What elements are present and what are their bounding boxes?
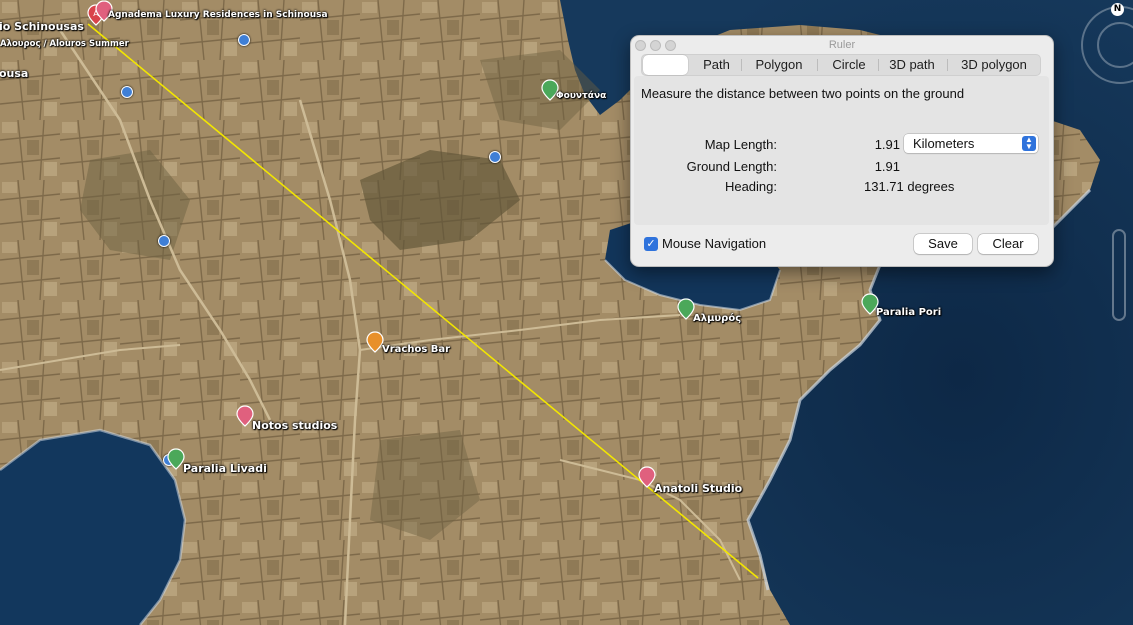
tab-3d-path[interactable]: 3D path xyxy=(880,55,944,75)
tab-polygon[interactable]: Polygon xyxy=(743,55,815,75)
tab-divider xyxy=(947,59,948,71)
unit-select-value: Kilometers xyxy=(913,136,975,151)
place-label[interactable]: ousa xyxy=(0,67,28,80)
ruler-description: Measure the distance between two points … xyxy=(641,86,965,101)
map-length-value: 1.91 xyxy=(874,137,900,152)
place-label[interactable]: Αλουρος / Alouros Summer xyxy=(0,39,129,49)
tab-divider xyxy=(878,59,879,71)
window-title: Ruler xyxy=(828,39,856,51)
mouse-navigation-label[interactable]: Mouse Navigation xyxy=(662,236,766,251)
chevron-updown-icon: ▲ ▼ xyxy=(1022,136,1036,151)
poi-dot-icon[interactable] xyxy=(158,235,170,247)
ruler-tab-bar: Path Polygon Circle 3D path 3D polygon xyxy=(641,54,1041,76)
place-label[interactable]: Αλμυρός xyxy=(693,313,741,324)
tab-divider xyxy=(817,59,818,71)
heading-value: 131.71 degrees xyxy=(864,179,955,194)
north-compass-icon[interactable]: N xyxy=(1111,3,1124,16)
clear-button[interactable]: Clear xyxy=(978,234,1038,254)
place-label[interactable]: Anatoli Studio xyxy=(654,482,742,495)
place-label[interactable]: io Schinousas xyxy=(0,20,84,33)
unit-select[interactable]: Kilometers ▲ ▼ xyxy=(904,134,1038,153)
map-length-label: Map Length: xyxy=(704,137,777,152)
ground-length-label: Ground Length: xyxy=(686,159,777,174)
heading-label: Heading: xyxy=(724,179,777,194)
tab-circle[interactable]: Circle xyxy=(819,55,879,75)
poi-dot-icon[interactable] xyxy=(238,34,250,46)
place-label[interactable]: Φουντάνα xyxy=(556,91,606,101)
tab-line[interactable] xyxy=(643,55,688,75)
tab-divider xyxy=(741,59,742,71)
place-label[interactable]: Notos studios xyxy=(252,419,337,432)
place-label[interactable]: Agnadema Luxury Residences in Schinousa xyxy=(108,10,328,20)
ground-length-value: 1.91 xyxy=(874,159,900,174)
poi-dot-icon[interactable] xyxy=(489,151,501,163)
tab-path[interactable]: Path xyxy=(694,55,739,75)
place-label[interactable]: Paralia Livadi xyxy=(183,462,267,475)
mouse-navigation-checkbox[interactable]: ✓ xyxy=(644,237,658,251)
tab-3d-polygon[interactable]: 3D polygon xyxy=(949,55,1039,75)
save-button[interactable]: Save xyxy=(914,234,972,254)
poi-dot-icon[interactable] xyxy=(121,86,133,98)
place-label[interactable]: Vrachos Bar xyxy=(382,344,450,355)
ruler-dialog: Ruler Path Polygon Circle 3D path 3D pol… xyxy=(630,35,1054,267)
place-label[interactable]: Paralia Pori xyxy=(876,307,941,318)
